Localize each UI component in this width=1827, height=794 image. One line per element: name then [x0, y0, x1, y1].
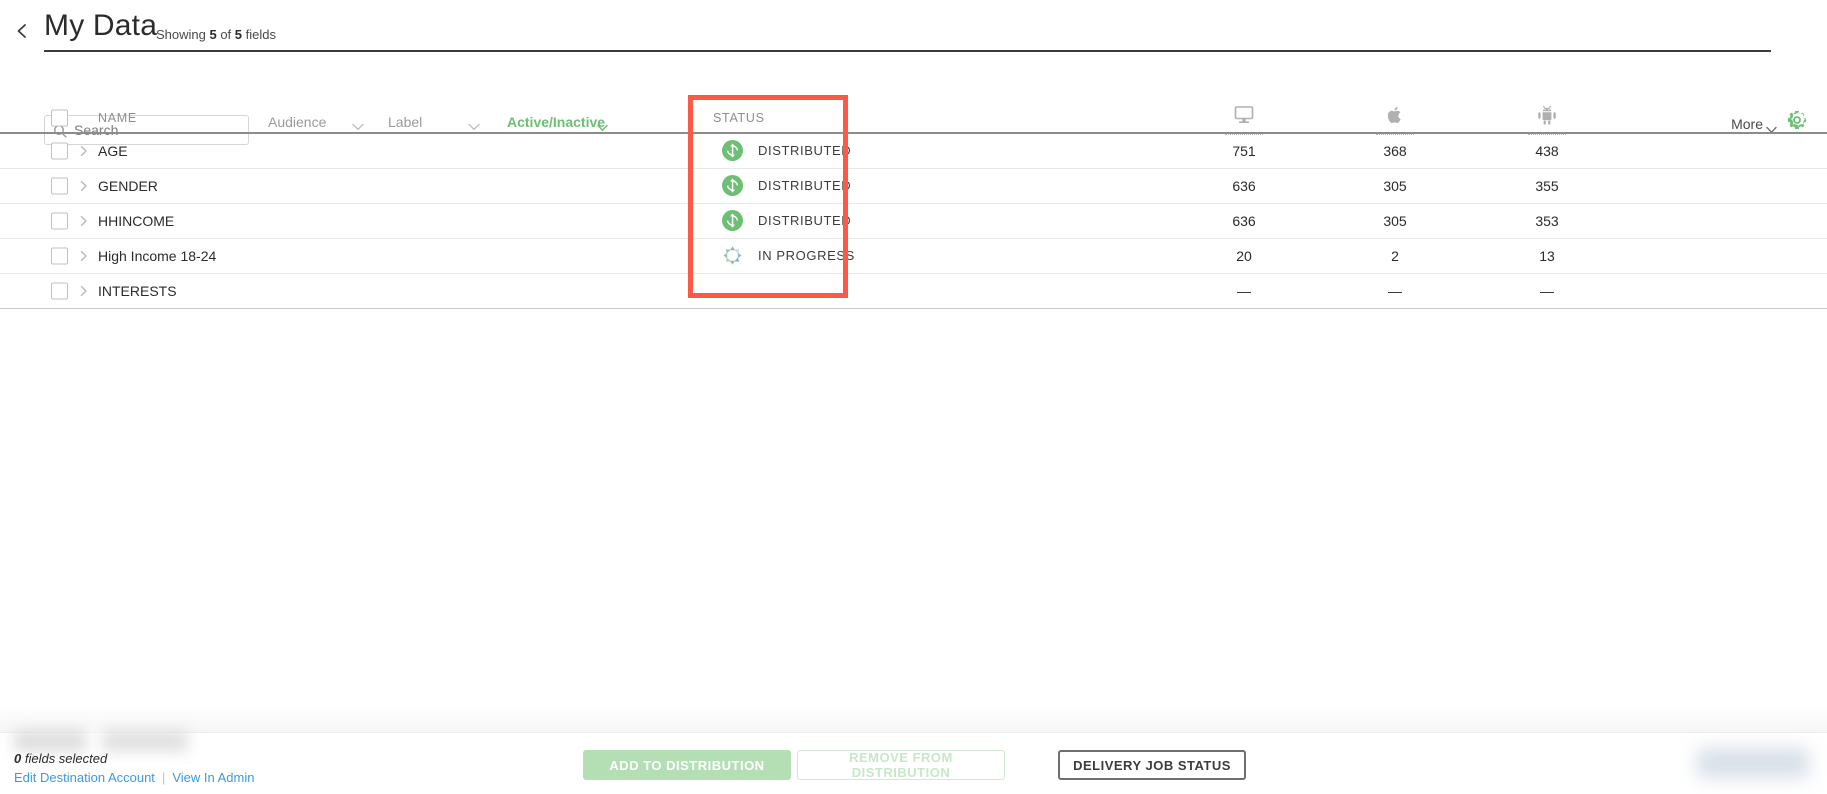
row-count-value: 353: [1507, 212, 1587, 230]
row-count-value: —: [1507, 282, 1587, 300]
desktop-monitor-icon: [1233, 105, 1255, 125]
column-header-desktop[interactable]: [1204, 107, 1284, 129]
add-to-distribution-button[interactable]: ADD TO DISTRIBUTION: [583, 750, 791, 780]
apple-logo-icon: [1384, 105, 1406, 125]
row-field-name: AGE: [98, 142, 128, 160]
table-row[interactable]: AGE DISTRIBUTED 751 368 438: [0, 134, 1827, 169]
redacted-account-label: [14, 730, 188, 752]
my-data-page: My Data Showing 5 of 5 fields Audience: [0, 0, 1827, 794]
field-count-summary: Showing 5 of 5 fields: [156, 27, 276, 43]
page-header: My Data Showing 5 of 5 fields: [0, 0, 1827, 52]
row-count-value: 636: [1204, 212, 1284, 230]
row-count-value: 355: [1507, 177, 1587, 195]
row-status-label: DISTRIBUTED: [758, 142, 851, 160]
row-checkbox-cell: [51, 283, 68, 300]
selected-suffix: fields selected: [21, 751, 107, 766]
row-checkbox[interactable]: [51, 178, 68, 195]
showing-prefix: Showing: [156, 27, 209, 42]
distributed-icon: [722, 140, 743, 161]
edit-destination-account-link[interactable]: Edit Destination Account: [14, 770, 155, 785]
distributed-icon: [722, 210, 743, 231]
distributed-icon: [722, 140, 743, 161]
row-count-value: 305: [1355, 177, 1435, 195]
row-count-value: 368: [1355, 142, 1435, 160]
table-header-row: NAME STATUS: [0, 104, 1827, 134]
row-checkbox[interactable]: [51, 213, 68, 230]
table-row[interactable]: HHINCOME DISTRIBUTED 636 305 353: [0, 204, 1827, 239]
column-header-status: STATUS: [713, 111, 765, 125]
table-row[interactable]: High Income 18-24 IN PROGRESS 20 2 13: [0, 239, 1827, 274]
select-all-checkbox[interactable]: [51, 110, 68, 127]
row-field-name: GENDER: [98, 177, 158, 195]
row-field-name: High Income 18-24: [98, 247, 216, 265]
row-expand-chevron-right-icon[interactable]: [78, 179, 90, 193]
row-count-value: 438: [1507, 142, 1587, 160]
fields-table: NAME STATUS: [0, 104, 1827, 309]
view-in-admin-link[interactable]: View In Admin: [172, 770, 254, 785]
page-title: My Data: [44, 7, 157, 45]
row-expand-chevron-right-icon[interactable]: [78, 249, 90, 263]
row-count-value: —: [1204, 282, 1284, 300]
row-count-value: 751: [1204, 142, 1284, 160]
remove-from-distribution-button[interactable]: REMOVE FROM DISTRIBUTION: [797, 750, 1005, 780]
distributed-icon: [722, 175, 743, 196]
in-progress-spinner-icon: [722, 245, 743, 266]
distributed-icon: [722, 210, 743, 231]
row-field-name: INTERESTS: [98, 282, 177, 300]
selection-summary: 0 fields selected: [14, 751, 107, 767]
row-checkbox-cell: [51, 178, 68, 195]
showing-suffix: fields: [242, 27, 276, 42]
distributed-icon: [722, 175, 743, 196]
row-count-value: 13: [1507, 247, 1587, 265]
row-count-value: 2: [1355, 247, 1435, 265]
redacted-footer-button: [1697, 748, 1809, 778]
filter-toolbar: Audience Label Active/Inactive: [0, 52, 1827, 92]
row-status-label: IN PROGRESS: [758, 247, 855, 265]
row-checkbox[interactable]: [51, 283, 68, 300]
table-row[interactable]: GENDER DISTRIBUTED 636 305 355: [0, 169, 1827, 204]
action-footer: 0 fields selected Edit Destination Accou…: [0, 732, 1827, 794]
column-header-name: NAME: [98, 109, 137, 127]
row-checkbox[interactable]: [51, 248, 68, 265]
row-expand-chevron-right-icon[interactable]: [78, 214, 90, 228]
back-button[interactable]: [13, 22, 31, 40]
row-checkbox-cell: [51, 248, 68, 265]
row-field-name: HHINCOME: [98, 212, 174, 230]
row-count-value: 305: [1355, 212, 1435, 230]
footer-links: Edit Destination Account | View In Admin: [14, 770, 254, 786]
row-count-value: 636: [1204, 177, 1284, 195]
select-all-checkbox-cell: [51, 110, 68, 127]
row-expand-chevron-right-icon[interactable]: [78, 144, 90, 158]
link-separator: |: [162, 770, 165, 785]
row-count-value: 20: [1204, 247, 1284, 265]
row-checkbox-cell: [51, 213, 68, 230]
row-status-label: DISTRIBUTED: [758, 212, 851, 230]
column-header-ios[interactable]: [1355, 107, 1435, 129]
showing-mid: of: [217, 27, 235, 42]
row-count-value: —: [1355, 282, 1435, 300]
chevron-left-icon: [13, 22, 31, 40]
showing-total: 5: [235, 27, 242, 42]
showing-count: 5: [209, 27, 216, 42]
table-body: AGE DISTRIBUTED 751 368 438 GENDER DISTRIBUTED…: [0, 134, 1827, 309]
row-checkbox[interactable]: [51, 143, 68, 160]
in-progress-spinner-icon: [722, 245, 743, 266]
row-status-label: DISTRIBUTED: [758, 177, 851, 195]
column-header-android[interactable]: [1507, 107, 1587, 129]
android-robot-icon: [1536, 105, 1558, 125]
delivery-job-status-button[interactable]: DELIVERY JOB STATUS: [1058, 750, 1246, 780]
table-row[interactable]: INTERESTS — — —: [0, 274, 1827, 309]
row-checkbox-cell: [51, 143, 68, 160]
row-expand-chevron-right-icon[interactable]: [78, 284, 90, 298]
footer-gradient: [0, 704, 1827, 732]
